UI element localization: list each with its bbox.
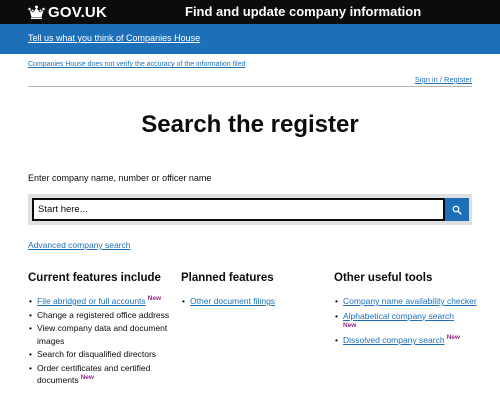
list-item: File abridged or full accountsNew [28, 295, 170, 308]
govuk-header: GOV.UK Find and update company informati… [0, 0, 500, 24]
list-item: Search for disqualified directors [28, 348, 170, 361]
other-document-filings-link[interactable]: Other document filings [190, 296, 275, 306]
planned-features-heading: Planned features [181, 272, 274, 284]
current-features-heading: Current features include [28, 272, 161, 284]
new-tag: New [446, 334, 460, 342]
search-bar [28, 194, 472, 225]
planned-features-list: Other document filings [181, 295, 326, 308]
list-item-text: Change a registered office address [37, 309, 170, 320]
list-item: Other document filings [181, 295, 326, 308]
useful-tools-list: Company name availability checker Alphab… [334, 295, 479, 347]
search-input[interactable] [32, 198, 445, 221]
list-item-text: Search for disqualified directors [37, 349, 157, 359]
govuk-logo[interactable]: GOV.UK [28, 3, 107, 21]
new-tag: New [343, 322, 357, 329]
feedback-link[interactable]: Tell us what you think of Companies Hous… [28, 33, 200, 43]
list-item-text: View company data and document images [37, 323, 168, 346]
list-item: Order certificates and certified documen… [28, 362, 170, 387]
useful-tools-heading: Other useful tools [334, 272, 433, 284]
current-features-list: File abridged or full accountsNew Change… [28, 295, 178, 387]
list-item: Alphabetical company search New [334, 310, 479, 331]
search-button[interactable] [445, 198, 469, 221]
current-features-section: Current features include File abridged o… [28, 272, 178, 388]
logo-text: GOV.UK [48, 3, 107, 21]
page-title: Search the register [141, 111, 359, 138]
signin-register-link[interactable]: Sign in / Register [415, 75, 472, 84]
accuracy-notice-link[interactable]: Companies House does not verify the accu… [28, 61, 246, 68]
list-item: View company data and document images [28, 322, 170, 347]
advanced-search-link[interactable]: Advanced company search [28, 240, 131, 250]
list-item: Company name availability checker [334, 295, 479, 308]
file-accounts-link[interactable]: File abridged or full accounts [37, 296, 146, 306]
list-item: Dissolved company searchNew [334, 334, 479, 347]
search-icon [452, 205, 462, 214]
search-label: Enter company name, number or officer na… [28, 173, 212, 183]
service-name[interactable]: Find and update company information [185, 4, 421, 19]
new-tag: New [147, 295, 162, 303]
crown-icon [28, 5, 45, 19]
list-item: Change a registered office address [28, 309, 170, 322]
dissolved-search-link[interactable]: Dissolved company search [343, 335, 445, 345]
feedback-banner: Tell us what you think of Companies Hous… [0, 24, 500, 54]
name-availability-link[interactable]: Company name availability checker [343, 296, 477, 306]
planned-features-section: Planned features Other document filings [181, 272, 326, 309]
divider [28, 86, 472, 87]
useful-tools-section: Other useful tools Company name availabi… [334, 272, 479, 349]
alphabetical-search-link[interactable]: Alphabetical company search [343, 311, 454, 321]
new-tag: New [80, 374, 94, 382]
